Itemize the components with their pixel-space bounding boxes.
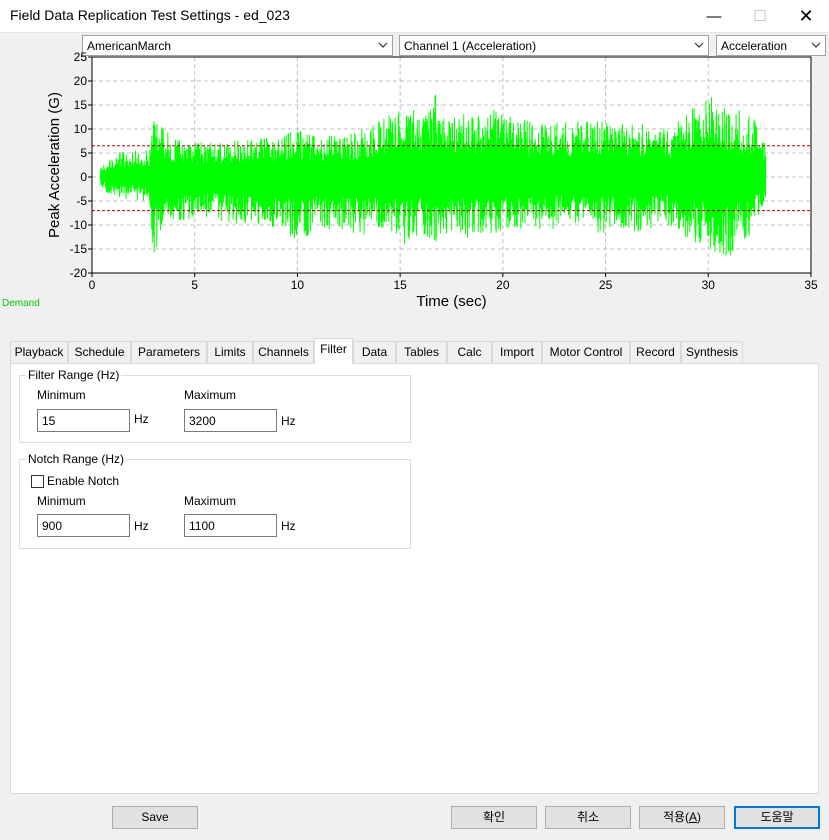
tab-limits[interactable]: Limits xyxy=(207,341,253,363)
chevron-down-icon xyxy=(378,42,388,48)
y-tick-label: 5 xyxy=(80,146,87,160)
y-tick-label: -20 xyxy=(70,266,88,280)
filter-min-unit: Hz xyxy=(134,412,149,426)
y-tick-label: 0 xyxy=(80,170,87,184)
filter-max-input[interactable]: 3200 xyxy=(184,409,277,432)
profile-select-value: AmericanMarch xyxy=(87,39,172,53)
notch-min-unit: Hz xyxy=(134,519,149,533)
tab-synthesis[interactable]: Synthesis xyxy=(681,341,743,363)
x-tick-label: 30 xyxy=(702,278,716,292)
tab-data[interactable]: Data xyxy=(353,341,396,363)
notch-max-unit: Hz xyxy=(281,519,296,533)
chevron-down-icon xyxy=(694,42,704,48)
filter-min-label: Minimum xyxy=(37,388,86,402)
minimize-button[interactable]: — xyxy=(691,0,737,32)
notch-max-input[interactable]: 1100 xyxy=(184,514,277,537)
filter-max-label: Maximum xyxy=(184,388,237,402)
enable-notch-label[interactable]: Enable Notch xyxy=(47,474,119,488)
filter-tab-panel: Filter Range (Hz) Minimum Maximum 15 Hz … xyxy=(10,363,819,794)
tab-calc[interactable]: Calc xyxy=(447,341,492,363)
apply-button[interactable]: 적용(A) xyxy=(639,806,725,829)
apply-label-prefix: 적용( xyxy=(662,810,690,824)
ok-button[interactable]: 확인 xyxy=(451,806,537,829)
tab-playback[interactable]: Playback xyxy=(10,341,68,363)
x-tick-label: 15 xyxy=(393,278,407,292)
channel-select-value: Channel 1 (Acceleration) xyxy=(404,39,537,53)
apply-label-suffix: ) xyxy=(697,810,702,824)
tab-record[interactable]: Record xyxy=(630,341,681,363)
acceleration-chart: 2520151050-5-10-15-200 5 10 15 20 25 30 35Time … xyxy=(46,52,818,310)
help-button[interactable]: 도움말 xyxy=(734,806,820,829)
y-tick-label: 20 xyxy=(74,74,88,88)
chevron-down-icon xyxy=(811,42,821,48)
x-tick-label: 0 xyxy=(89,278,96,292)
tab-parameters[interactable]: Parameters xyxy=(131,341,207,363)
y-axis-title: Peak Acceleration (G) xyxy=(46,92,63,238)
y-tick-label: -5 xyxy=(76,194,87,208)
y-tick-label: -10 xyxy=(70,218,88,232)
x-tick-label: 20 xyxy=(496,278,510,292)
filter-max-unit: Hz xyxy=(281,414,296,428)
tab-schedule[interactable]: Schedule xyxy=(68,341,131,363)
legend-demand: Demand xyxy=(2,298,40,309)
apply-accelerator-key: A xyxy=(689,810,698,824)
cancel-button[interactable]: 취소 xyxy=(545,806,631,829)
title-bar: Field Data Replication Test Settings - e… xyxy=(0,0,829,32)
tab-tables[interactable]: Tables xyxy=(396,341,447,363)
tab-motor-control[interactable]: Motor Control xyxy=(542,341,630,363)
window-title: Field Data Replication Test Settings - e… xyxy=(10,7,290,23)
tab-import[interactable]: Import xyxy=(492,341,542,363)
y-tick-label: -15 xyxy=(70,242,88,256)
filter-range-title: Filter Range (Hz) xyxy=(26,368,122,382)
maximize-button[interactable]: ☐ xyxy=(737,0,783,32)
y-tick-label: 15 xyxy=(74,98,88,112)
filter-min-input[interactable]: 15 xyxy=(37,409,130,432)
measure-select-value: Acceleration xyxy=(721,39,788,53)
save-button[interactable]: Save xyxy=(112,806,198,829)
x-tick-label: 35 xyxy=(804,278,818,292)
close-button[interactable]: ✕ xyxy=(783,0,829,32)
x-tick-label: 5 xyxy=(191,278,198,292)
notch-min-input[interactable]: 900 xyxy=(37,514,130,537)
notch-range-group: Notch Range (Hz) Enable Notch Minimum Ma… xyxy=(19,452,411,549)
y-tick-label: 25 xyxy=(74,52,88,64)
enable-notch-checkbox[interactable] xyxy=(31,475,44,488)
notch-min-label: Minimum xyxy=(37,494,86,508)
x-axis-title: Time (sec) xyxy=(416,293,486,310)
x-tick-label: 25 xyxy=(599,278,613,292)
x-tick-label: 10 xyxy=(291,278,305,292)
notch-range-title: Notch Range (Hz) xyxy=(26,452,127,466)
y-tick-label: 10 xyxy=(74,122,88,136)
tab-channels[interactable]: Channels xyxy=(253,341,314,363)
notch-max-label: Maximum xyxy=(184,494,237,508)
tab-filter[interactable]: Filter xyxy=(314,338,353,364)
filter-range-group: Filter Range (Hz) Minimum Maximum 15 Hz … xyxy=(19,368,411,443)
